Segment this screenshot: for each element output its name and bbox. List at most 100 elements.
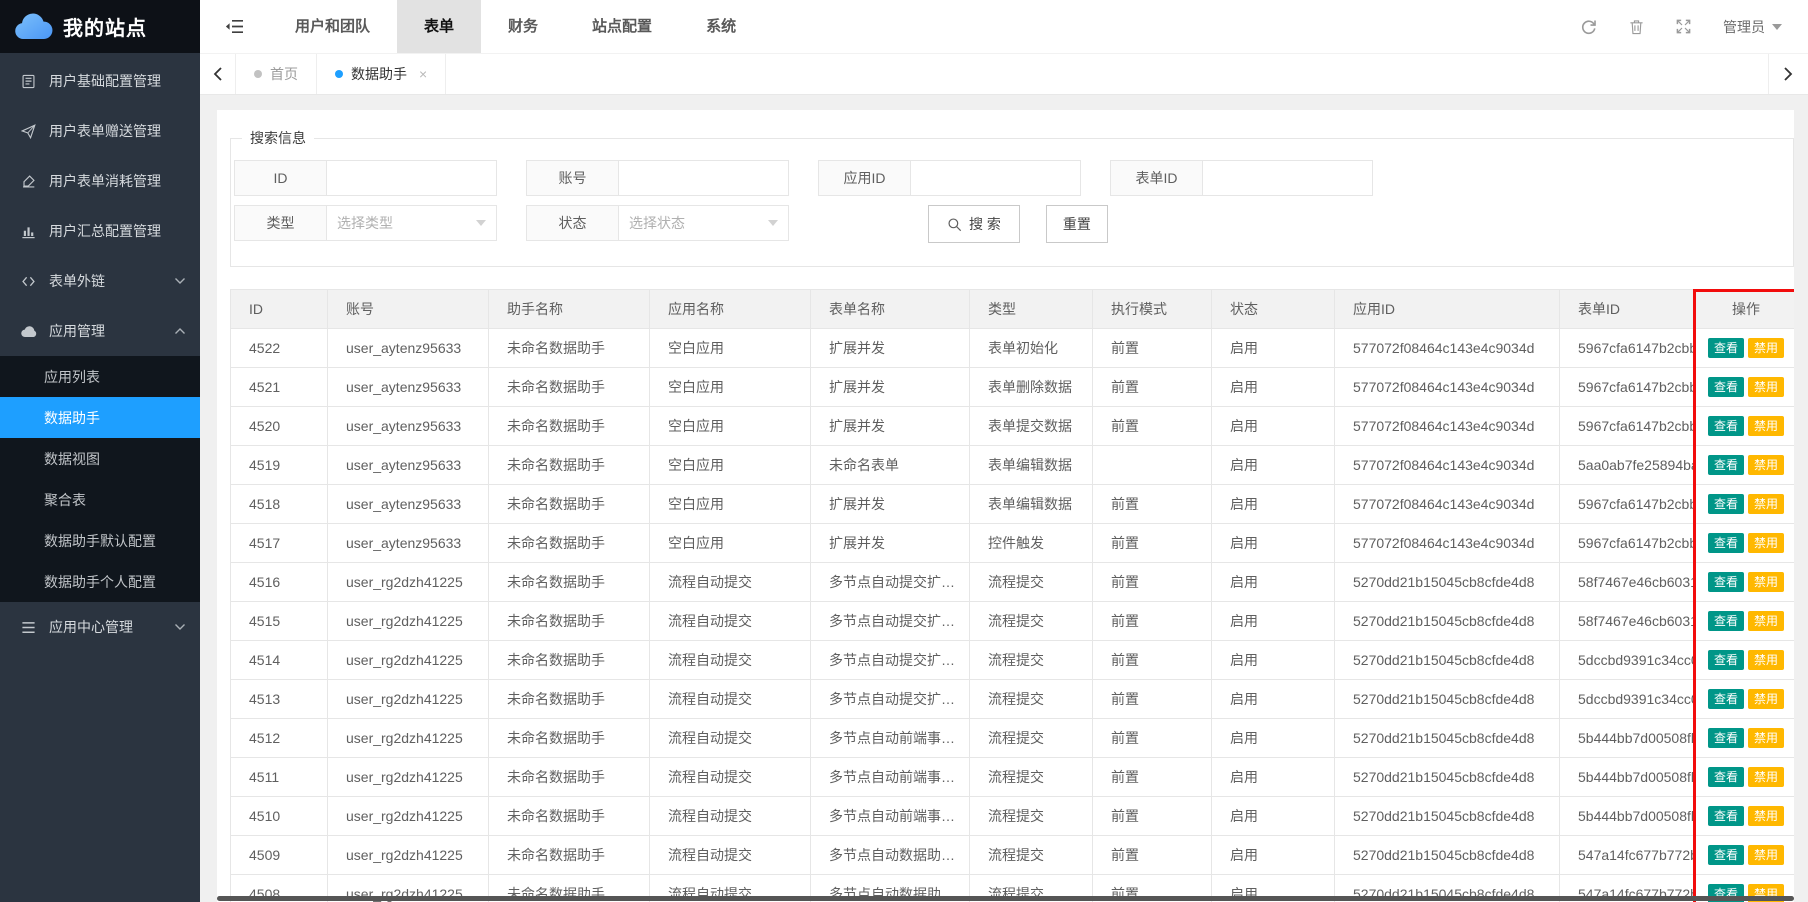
disable-button[interactable]: 禁用 [1748,377,1784,397]
view-button[interactable]: 查看 [1708,611,1744,631]
page-tab-1[interactable]: 首页 [236,54,317,94]
tabs-scroll-right-icon[interactable] [1768,54,1808,94]
view-button[interactable]: 查看 [1708,533,1744,553]
view-button[interactable]: 查看 [1708,728,1744,748]
main-area: 用户和团队表单财务站点配置系统 管理员 首页数据助手× 搜索信息 ID账号应用I… [200,0,1808,902]
disable-button[interactable]: 禁用 [1748,533,1784,553]
submenu-item-4[interactable]: 聚合表 [0,479,200,520]
field-input[interactable] [327,160,497,196]
view-button[interactable]: 查看 [1708,455,1744,475]
chevron-down-icon [174,623,186,631]
select-field[interactable]: 选择状态 [619,205,789,241]
view-button[interactable]: 查看 [1708,767,1744,787]
view-button[interactable]: 查看 [1708,377,1744,397]
cell-status: 启用 [1212,641,1335,680]
table-row: 4516user_rg2dzh41225未命名数据助手流程自动提交多节点自动提交… [231,563,1795,602]
search-button[interactable]: 搜 索 [928,205,1020,243]
disable-button[interactable]: 禁用 [1748,455,1784,475]
disable-button[interactable]: 禁用 [1748,338,1784,358]
content-card: 搜索信息 ID账号应用ID表单ID 类型选择类型状态选择状态 搜 索 重置 ID… [217,110,1794,902]
nav-tab-2[interactable]: 表单 [397,0,481,53]
cell-mode: 前置 [1093,758,1212,797]
cell-account: user_aytenz95633 [328,368,489,407]
field-input[interactable] [1203,160,1373,196]
close-icon[interactable]: × [419,66,427,82]
nav-tab-4[interactable]: 站点配置 [565,0,679,53]
sidebar-menu: 用户基础配置管理用户表单赠送管理用户表单消耗管理用户汇总配置管理表单外链应用管理… [0,53,200,652]
table-row: 4518user_aytenz95633未命名数据助手空白应用扩展并发表单编辑数… [231,485,1795,524]
cell-form_id: 5b444bb7d00508fb [1560,797,1696,836]
sidebar-item-6[interactable]: 应用管理 [0,306,200,356]
fullscreen-icon[interactable] [1676,19,1691,34]
table-header-row: ID账号助手名称应用名称表单名称类型执行模式状态应用ID表单ID操作 [231,290,1795,329]
cell-app: 流程自动提交 [650,758,811,797]
submenu-item-3[interactable]: 数据视图 [0,438,200,479]
view-button[interactable]: 查看 [1708,845,1744,865]
field-input[interactable] [911,160,1081,196]
cell-mode: 前置 [1093,719,1212,758]
disable-button[interactable]: 禁用 [1748,572,1784,592]
chevron-down-icon [1772,24,1782,30]
cell-app: 空白应用 [650,446,811,485]
disable-button[interactable]: 禁用 [1748,767,1784,787]
cell-assistant: 未命名数据助手 [489,797,650,836]
cell-status: 启用 [1212,719,1335,758]
disable-button[interactable]: 禁用 [1748,650,1784,670]
tabs-scroll-left-icon[interactable] [200,54,236,94]
disable-button[interactable]: 禁用 [1748,806,1784,826]
sidebar-item-1[interactable]: 用户基础配置管理 [0,56,200,106]
view-button[interactable]: 查看 [1708,494,1744,514]
cell-type: 流程提交 [970,836,1093,875]
cell-assistant: 未命名数据助手 [489,836,650,875]
view-button[interactable]: 查看 [1708,806,1744,826]
view-button[interactable]: 查看 [1708,338,1744,358]
submenu-item-1[interactable]: 应用列表 [0,356,200,397]
sidebar-item-2[interactable]: 用户表单赠送管理 [0,106,200,156]
cell-app_id: 577072f08464c143e4c9034d [1335,407,1560,446]
submenu-item-5[interactable]: 数据助手默认配置 [0,520,200,561]
cell-form: 扩展并发 [811,485,970,524]
cell-id: 4515 [231,602,328,641]
disable-button[interactable]: 禁用 [1748,728,1784,748]
content-area: 搜索信息 ID账号应用ID表单ID 类型选择类型状态选择状态 搜 索 重置 ID… [200,95,1808,902]
nav-tab-5[interactable]: 系统 [679,0,763,53]
view-button[interactable]: 查看 [1708,689,1744,709]
disable-button[interactable]: 禁用 [1748,689,1784,709]
sidebar-item-7[interactable]: 应用中心管理 [0,602,200,652]
field-label: 应用ID [818,160,911,196]
page-tab-2[interactable]: 数据助手× [317,54,446,94]
sidebar-item-5[interactable]: 表单外链 [0,256,200,306]
cell-type: 流程提交 [970,797,1093,836]
view-button[interactable]: 查看 [1708,572,1744,592]
page-tabs: 首页数据助手× [236,54,446,94]
disable-button[interactable]: 禁用 [1748,416,1784,436]
cell-assistant: 未命名数据助手 [489,329,650,368]
nav-tab-1[interactable]: 用户和团队 [268,0,397,53]
col-header-5: 表单名称 [811,290,970,329]
sidebar-item-3[interactable]: 用户表单消耗管理 [0,156,200,206]
sidebar-item-4[interactable]: 用户汇总配置管理 [0,206,200,256]
collapse-sidebar-icon[interactable] [200,19,268,34]
refresh-icon[interactable] [1580,18,1597,35]
submenu-item-2[interactable]: 数据助手 [0,397,200,438]
nav-tab-3[interactable]: 财务 [481,0,565,53]
view-button[interactable]: 查看 [1708,416,1744,436]
view-button[interactable]: 查看 [1708,650,1744,670]
reset-button[interactable]: 重置 [1046,205,1108,243]
col-header-6: 类型 [970,290,1093,329]
field-input[interactable] [619,160,789,196]
cell-actions: 查看禁用 [1696,641,1795,680]
cell-mode: 前置 [1093,836,1212,875]
submenu-item-6[interactable]: 数据助手个人配置 [0,561,200,602]
horizontal-scrollbar[interactable] [217,896,1794,901]
disable-button[interactable]: 禁用 [1748,494,1784,514]
bar-chart-icon [20,223,37,240]
cell-mode: 前置 [1093,329,1212,368]
cell-form: 扩展并发 [811,407,970,446]
trash-icon[interactable] [1629,19,1644,35]
disable-button[interactable]: 禁用 [1748,611,1784,631]
cell-actions: 查看禁用 [1696,524,1795,563]
disable-button[interactable]: 禁用 [1748,845,1784,865]
user-menu[interactable]: 管理员 [1723,17,1782,37]
select-field[interactable]: 选择类型 [327,205,497,241]
